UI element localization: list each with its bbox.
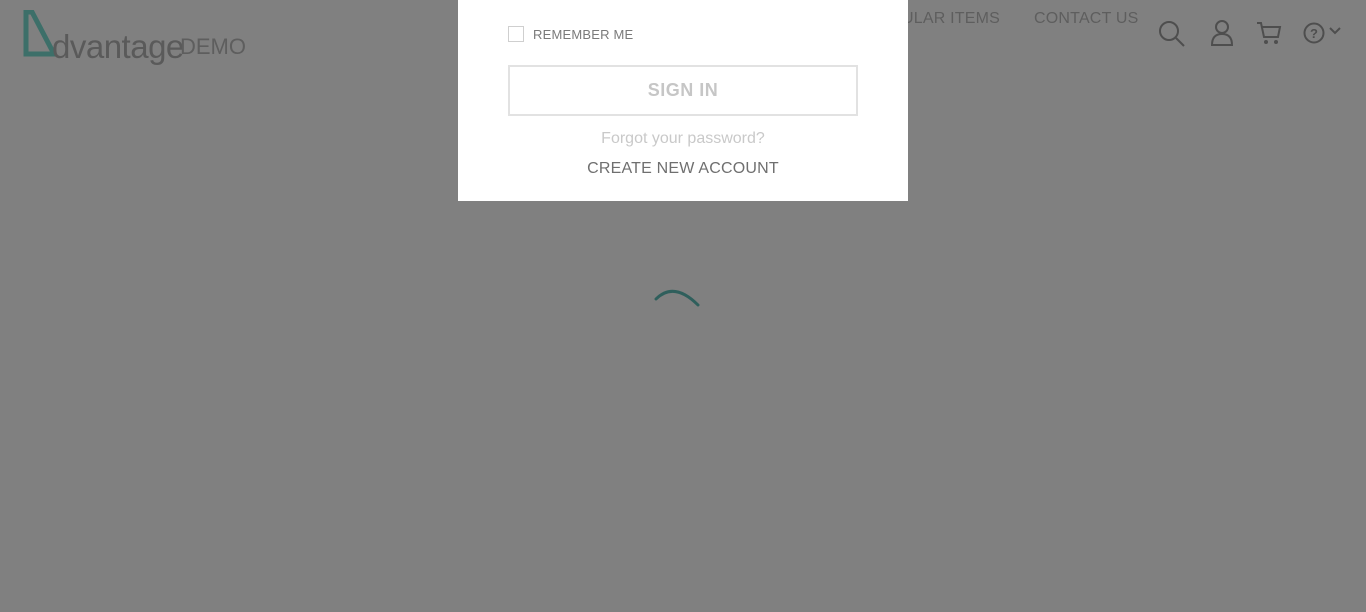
- loading-spinner-icon: [650, 285, 710, 330]
- sign-in-button[interactable]: SIGN IN: [508, 65, 858, 116]
- help-icon[interactable]: ?: [1303, 20, 1325, 46]
- nav-contact-us[interactable]: CONTACT US: [1034, 10, 1139, 28]
- logo-demo: DEMO: [180, 34, 246, 59]
- search-icon[interactable]: [1158, 20, 1186, 48]
- remember-me-label: REMEMBER ME: [533, 26, 634, 42]
- create-account-link[interactable]: CREATE NEW ACCOUNT: [458, 160, 908, 178]
- remember-me[interactable]: REMEMBER ME: [508, 26, 633, 42]
- remember-me-checkbox[interactable]: [508, 26, 524, 42]
- logo-word: dvantage: [52, 28, 184, 65]
- login-dialog: REMEMBER ME SIGN IN Forgot your password…: [458, 0, 908, 201]
- nav-popular-items[interactable]: POPULAR ITEMS: [908, 10, 1000, 28]
- forgot-password-link[interactable]: Forgot your password?: [458, 130, 908, 148]
- page: dvantage DEMO POPULAR ITEMS CONTACT US ?: [0, 0, 1366, 612]
- svg-text:?: ?: [1310, 26, 1318, 41]
- user-icon[interactable]: [1210, 20, 1234, 46]
- cart-icon[interactable]: [1256, 20, 1282, 46]
- chevron-down-icon[interactable]: [1328, 25, 1342, 37]
